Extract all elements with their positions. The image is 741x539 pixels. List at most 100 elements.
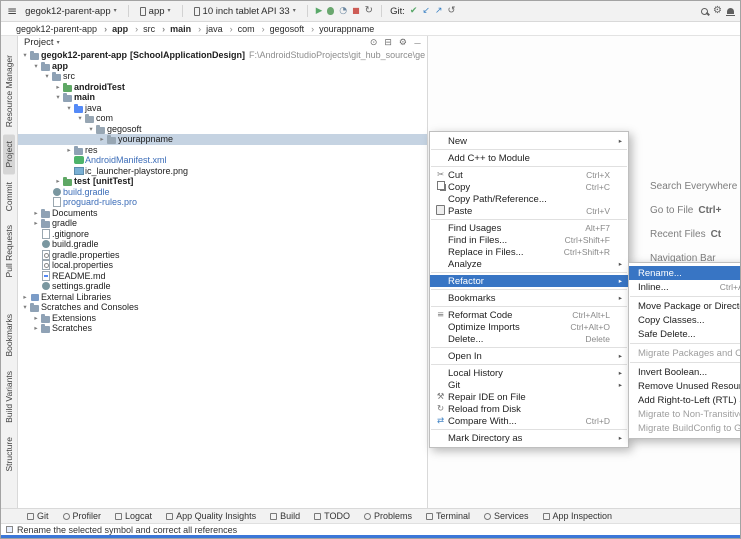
menu-item[interactable]: Git ▸ (430, 379, 628, 391)
tool-window-tab[interactable]: Pull Requests (3, 218, 15, 284)
menu-item[interactable]: Local History ▸ (430, 367, 628, 379)
git-history-icon[interactable]: ↺ (447, 6, 455, 16)
menu-item[interactable]: Open In ▸ (430, 350, 628, 362)
chevron-down-icon[interactable]: ▾ (57, 39, 60, 46)
stop-button[interactable]: ■ (352, 7, 360, 15)
gradle-sync-button[interactable]: ↻ (365, 6, 373, 16)
breadcrumb-item[interactable]: main (160, 24, 193, 34)
breadcrumb-item[interactable]: java (196, 24, 225, 34)
bottom-tool-window-button[interactable]: Build (270, 511, 300, 521)
tree-chevron-icon[interactable]: ▾ (87, 125, 95, 133)
tool-window-tab[interactable]: Resource Manager (3, 48, 15, 134)
main-menu-icon[interactable]: ≡ (7, 5, 17, 17)
bottom-tool-window-button[interactable]: App Inspection (542, 511, 612, 521)
tree-chevron-icon[interactable]: ▸ (32, 209, 40, 217)
git-push-icon[interactable]: ↗ (435, 6, 443, 16)
tree-chevron-icon[interactable]: ▸ (54, 83, 62, 91)
tool-window-tab[interactable]: Bookmarks (3, 307, 15, 364)
tree-row[interactable]: README.md (18, 270, 427, 282)
tree-row[interactable]: ▸ Documents (18, 208, 427, 219)
menu-item[interactable]: Bookmarks ▸ (430, 292, 628, 304)
profiler-button[interactable]: ◔ (339, 6, 347, 16)
tree-row[interactable]: ic_launcher-playstore.png (18, 166, 427, 177)
tree-chevron-icon[interactable]: ▾ (21, 303, 29, 311)
menu-item[interactable]: Analyze ▸ (430, 258, 628, 270)
tree-chevron-icon[interactable]: ▸ (32, 314, 40, 322)
menu-item[interactable]: Compare With... Ctrl+D (430, 415, 628, 427)
bottom-tool-window-button[interactable]: Terminal (425, 511, 470, 521)
submenu-item[interactable]: Invert Boolean... (629, 365, 740, 379)
git-update-icon[interactable]: ↙ (422, 6, 430, 16)
menu-item[interactable]: New ▸ (430, 135, 628, 147)
submenu-item[interactable]: Rename... (629, 266, 740, 280)
run-config-selector[interactable]: app ▾ (137, 5, 174, 18)
tree-row[interactable]: ▸ Scratches (18, 323, 427, 334)
tree-row[interactable]: ▾ Scratches and Consoles (18, 302, 427, 313)
settings-gear-icon[interactable]: ⚙ (713, 6, 722, 16)
tool-window-tab[interactable]: Structure (3, 430, 15, 479)
menu-item[interactable]: Copy Ctrl+C (430, 181, 628, 193)
tree-row[interactable]: ▾ src (18, 71, 427, 82)
tree-row[interactable]: build.gradle (18, 187, 427, 198)
debug-button[interactable] (327, 7, 335, 15)
tree-row[interactable]: proguard-rules.pro (18, 197, 427, 208)
bottom-tool-window-button[interactable]: Git (27, 511, 49, 521)
run-button[interactable]: ▶ (316, 7, 323, 16)
submenu-item[interactable]: Inline... Ctrl+Alt+N (629, 280, 740, 294)
submenu-item[interactable]: Safe Delete... (629, 327, 740, 341)
tree-row[interactable]: ▸ test [unitTest] (18, 176, 427, 187)
submenu-item[interactable]: Migrate BuildConfig to Gradle Build (629, 421, 740, 435)
tree-row[interactable]: ▸ androidTest (18, 82, 427, 93)
tree-row[interactable]: ▸ yourappname (18, 134, 427, 145)
notifications-bell-icon[interactable] (726, 8, 735, 16)
submenu-item[interactable]: Add Right-to-Left (RTL) Support... (629, 393, 740, 407)
panel-header-icon[interactable] (414, 38, 421, 48)
tree-row[interactable]: .gitignore (18, 228, 427, 240)
menu-item[interactable]: Copy Path/Reference... (430, 193, 628, 205)
tree-chevron-icon[interactable]: ▾ (76, 114, 84, 122)
panel-header-icon[interactable] (384, 38, 392, 48)
panel-header-icon[interactable] (370, 38, 378, 48)
bottom-tool-window-button[interactable]: Logcat (115, 511, 152, 521)
breadcrumb-item[interactable]: gegosoft (260, 24, 307, 34)
submenu-item[interactable]: Remove Unused Resources... (629, 379, 740, 393)
tree-chevron-icon[interactable]: ▸ (54, 177, 62, 185)
panel-header-icon[interactable] (399, 38, 407, 48)
tree-row[interactable]: ▸ External Libraries (18, 292, 427, 303)
bottom-tool-window-button[interactable]: Problems (363, 511, 412, 521)
tree-row[interactable]: ▾ gegok12-parent-app [SchoolApplicationD… (18, 50, 427, 61)
tree-row[interactable]: ▾ java (18, 103, 427, 114)
project-selector[interactable]: gegok12-parent-app ▾ (22, 5, 120, 18)
bottom-tool-window-button[interactable]: App Quality Insights (166, 511, 256, 521)
menu-item[interactable]: Delete... Delete (430, 333, 628, 345)
tree-row[interactable]: ▸ res (18, 145, 427, 156)
menu-item[interactable]: Optimize Imports Ctrl+Alt+O (430, 321, 628, 333)
submenu-item[interactable]: Copy Classes... (629, 313, 740, 327)
menu-item[interactable]: Reload from Disk (430, 403, 628, 415)
tool-window-tab[interactable]: Commit (3, 175, 15, 218)
menu-item[interactable]: Repair IDE on File (430, 391, 628, 403)
tree-chevron-icon[interactable]: ▾ (32, 62, 40, 70)
submenu-item[interactable]: Migrate to Non-Transitive R Classes (629, 407, 740, 421)
tree-row[interactable]: AndroidManifest.xml (18, 155, 427, 166)
breadcrumb-item[interactable]: yourappname (309, 24, 376, 34)
tree-chevron-icon[interactable]: ▸ (21, 293, 29, 301)
tree-chevron-icon[interactable]: ▾ (43, 72, 51, 80)
menu-item[interactable]: Replace in Files... Ctrl+Shift+R (430, 246, 628, 258)
tool-window-tab[interactable]: Build Variants (3, 364, 15, 430)
breadcrumb-item[interactable]: app (102, 24, 130, 34)
breadcrumb-item[interactable]: gegok12-parent-app (14, 24, 99, 34)
tree-row[interactable]: build.gradle (18, 239, 427, 250)
git-commit-icon[interactable]: ✔ (410, 6, 418, 16)
tree-row[interactable]: gradle.properties (18, 249, 427, 261)
search-icon[interactable] (701, 7, 709, 15)
menu-item[interactable]: Find Usages Alt+F7 (430, 222, 628, 234)
tree-row[interactable]: ▾ gegosoft (18, 124, 427, 135)
tree-row[interactable]: ▾ com (18, 113, 427, 124)
tree-chevron-icon[interactable]: ▾ (21, 51, 29, 59)
menu-item[interactable]: Refactor ▸ (430, 275, 628, 287)
menu-item[interactable]: Cut Ctrl+X (430, 169, 628, 181)
menu-item[interactable]: Find in Files... Ctrl+Shift+F (430, 234, 628, 246)
menu-item[interactable]: Reformat Code Ctrl+Alt+L (430, 309, 628, 321)
breadcrumb-item[interactable]: com (228, 24, 257, 34)
